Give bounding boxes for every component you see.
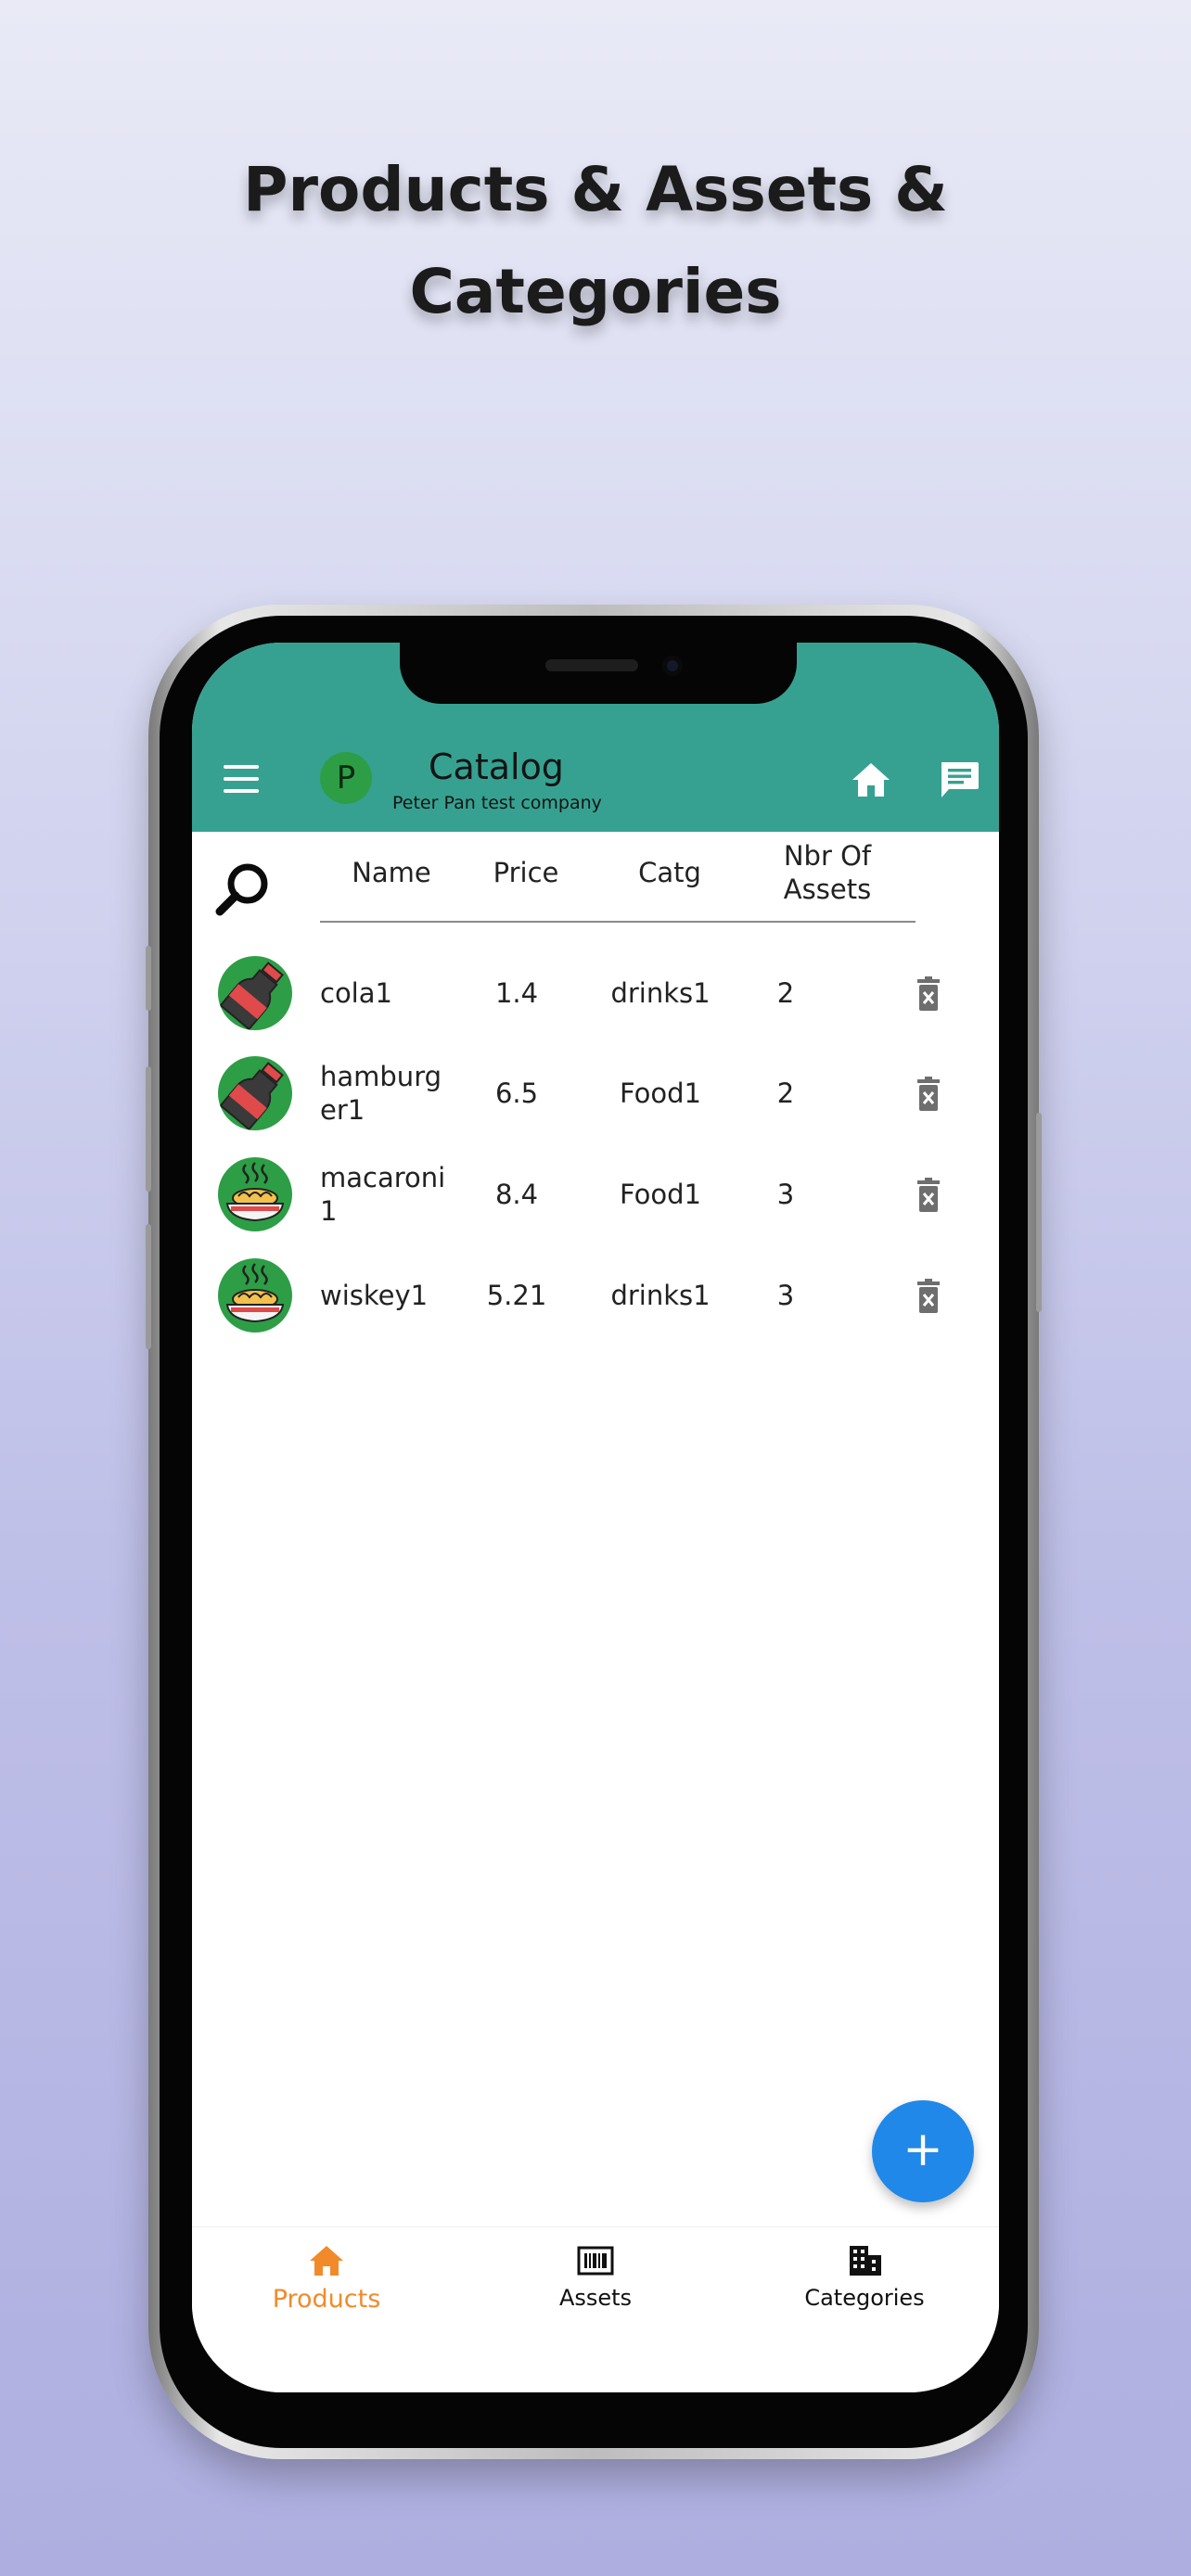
power-button: [1036, 1113, 1042, 1312]
product-price: 5.21: [486, 1280, 547, 1311]
product-name: macaroni 1: [320, 1161, 459, 1228]
app-title: Catalog: [429, 746, 564, 787]
bottle-icon: [218, 956, 292, 1030]
product-name: wiskey1: [320, 1280, 429, 1311]
delete-icon[interactable]: [914, 1077, 943, 1112]
bottom-navigation: Products Assets Categories: [192, 2226, 999, 2392]
front-camera: [662, 656, 683, 676]
delete-icon[interactable]: [914, 1178, 943, 1213]
nav-label-categories: Categories: [804, 2285, 925, 2311]
header-divider: [320, 921, 916, 923]
product-category: Food1: [620, 1078, 701, 1109]
product-category: drinks1: [610, 977, 711, 1009]
product-name-line-2: 1: [320, 1195, 338, 1227]
product-price: 1.4: [494, 977, 539, 1009]
product-name: cola1: [320, 977, 392, 1009]
product-price: 6.5: [494, 1078, 539, 1109]
home-icon: [310, 2246, 343, 2276]
product-name-line-1: hamburg: [320, 1061, 442, 1092]
noodle-bowl-icon: [218, 1157, 292, 1231]
product-price: 8.4: [494, 1179, 539, 1210]
product-name: hamburg er1: [320, 1060, 459, 1127]
add-product-button[interactable]: +: [872, 2100, 974, 2202]
nav-item-assets[interactable]: Assets: [461, 2244, 730, 2311]
product-category: Food1: [620, 1179, 701, 1210]
product-name-line-1: macaroni: [320, 1162, 446, 1193]
home-icon[interactable]: [851, 761, 891, 798]
company-name: Peter Pan test company: [392, 793, 602, 813]
product-asset-count: 3: [776, 1280, 795, 1311]
column-header-nbr-line-2: Assets: [783, 874, 872, 905]
speaker: [545, 659, 638, 671]
menu-icon[interactable]: [224, 765, 259, 793]
product-name-line-2: er1: [320, 1094, 365, 1126]
product-category: drinks1: [610, 1280, 711, 1311]
bottle-icon: [218, 1056, 292, 1130]
column-header-nbr-line-1: Nbr Of: [783, 840, 872, 872]
volume-up-button: [146, 1066, 151, 1192]
product-asset-count: 2: [776, 1078, 795, 1109]
headline-line-1: Products & Assets &: [243, 154, 948, 225]
chat-icon[interactable]: [938, 759, 980, 800]
search-icon[interactable]: [214, 860, 272, 917]
nav-item-categories[interactable]: Categories: [730, 2244, 999, 2311]
column-header-price[interactable]: Price: [470, 856, 582, 889]
volume-down-button: [146, 1224, 151, 1349]
product-asset-count: 3: [776, 1179, 795, 1210]
mute-switch: [146, 946, 151, 1011]
table-row[interactable]: wiskey1 5.21 drinks1 3: [192, 1251, 999, 1340]
delete-icon[interactable]: [914, 1279, 943, 1314]
avatar[interactable]: P: [320, 752, 372, 804]
barcode-icon: [577, 2246, 614, 2276]
page-headline: Products & Assets & Categories: [0, 139, 1191, 343]
delete-icon[interactable]: [914, 976, 943, 1012]
table-row[interactable]: cola1 1.4 drinks1 2: [192, 949, 999, 1038]
column-header-nbr-assets[interactable]: Nbr Of Assets: [758, 839, 897, 906]
notch: [400, 643, 797, 704]
headline-line-2: Categories: [409, 256, 782, 327]
table-row[interactable]: macaroni 1 8.4 Food1 3: [192, 1150, 999, 1239]
column-header-name[interactable]: Name: [322, 856, 461, 889]
nav-label-assets: Assets: [558, 2285, 633, 2311]
product-asset-count: 2: [776, 977, 795, 1009]
phone-screen: P Catalog Peter Pan test company Name Pr…: [192, 643, 999, 2392]
column-header-catg[interactable]: Catg: [614, 856, 725, 889]
nav-item-products[interactable]: Products: [192, 2244, 461, 2314]
noodle-bowl-icon: [218, 1258, 292, 1333]
table-row[interactable]: hamburg er1 6.5 Food1 2: [192, 1049, 999, 1138]
building-icon: [850, 2246, 881, 2276]
nav-label-products: Products: [272, 2285, 381, 2314]
